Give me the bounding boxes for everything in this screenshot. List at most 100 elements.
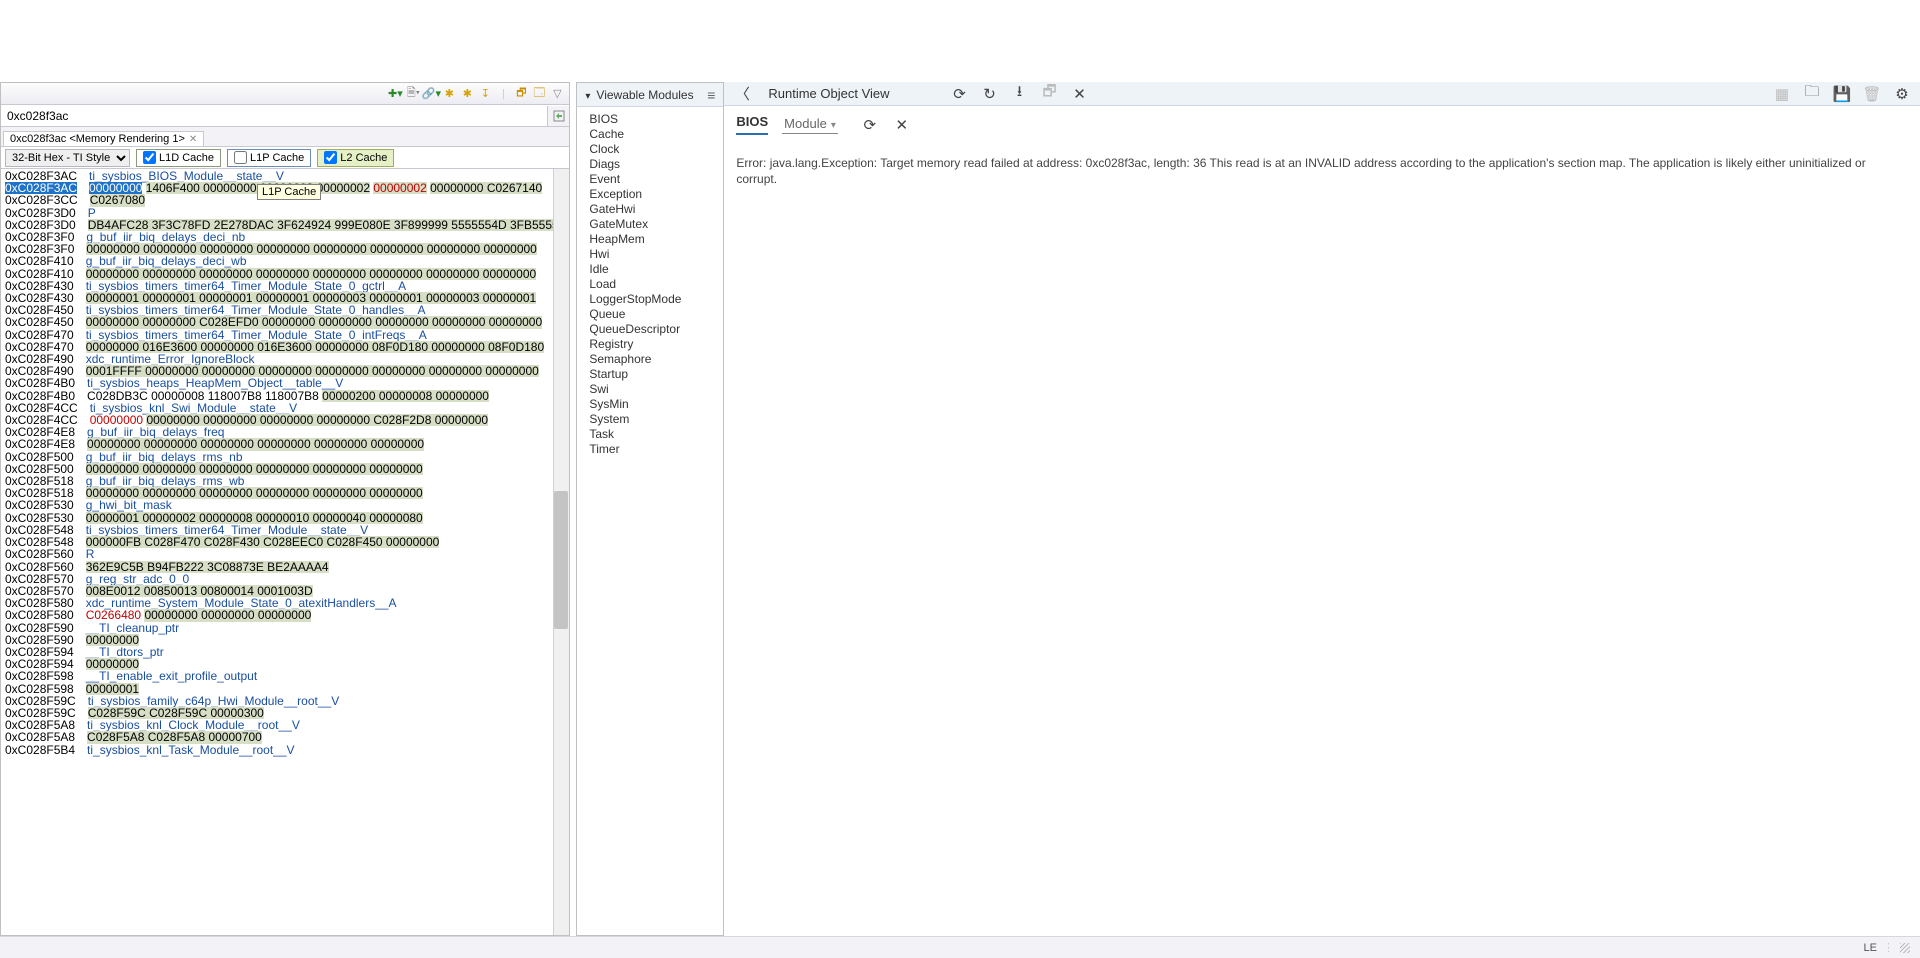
memory-symbol[interactable]: __TI_cleanup_ptr <box>86 622 179 634</box>
memory-address: 0xC028F450 <box>5 316 74 328</box>
memory-address: 0xC028F3CC <box>5 194 78 206</box>
new-tab-icon[interactable]: ✚▾ <box>387 86 403 102</box>
memory-row[interactable]: 0xC028F3D0 P <box>5 207 565 219</box>
filter-icon[interactable]: ≡ <box>707 87 715 103</box>
menu-chevron-icon[interactable]: ▽ <box>549 86 565 102</box>
memory-row[interactable]: 0xC028F560 R <box>5 548 565 560</box>
module-item[interactable]: Task <box>589 426 711 441</box>
memory-row[interactable]: 0xC028F410 g_buf_iir_biq_delays_deci_wb <box>5 255 565 267</box>
refresh-all-icon[interactable]: ↻ <box>980 85 1000 103</box>
refresh-single-icon[interactable]: ⟳ <box>950 85 970 103</box>
module-item[interactable]: Exception <box>589 186 711 201</box>
module-item[interactable]: HeapMem <box>589 231 711 246</box>
module-item[interactable]: Timer <box>589 441 711 456</box>
memory-symbol[interactable]: ti_sysbios_heaps_HeapMem_Object__table__… <box>87 377 343 389</box>
link-icon[interactable]: 🔗▾ <box>423 86 439 102</box>
module-item[interactable]: GateHwi <box>589 201 711 216</box>
memory-address: 0xC028F560 <box>5 548 74 560</box>
module-item[interactable]: QueueDescriptor <box>589 321 711 336</box>
rov-tab-module[interactable]: Module▾ <box>782 116 838 134</box>
memory-symbol[interactable]: ti_sysbios_knl_Task_Module__root__V <box>87 744 294 756</box>
dashboard-icon[interactable]: ▦ <box>1772 85 1792 103</box>
module-item[interactable]: Queue <box>589 306 711 321</box>
l1p-cache-checkbox[interactable]: L1P Cache <box>227 149 311 167</box>
memory-data: 00000000 00000000 00000000 00000000 0000… <box>86 268 536 280</box>
memory-row[interactable]: 0xC028F5B4 ti_sysbios_knl_Task_Module__r… <box>5 744 565 756</box>
module-item[interactable]: GateMutex <box>589 216 711 231</box>
memory-row[interactable]: 0xC028F560 362E9C5B B94FB222 3C08873E BE… <box>5 561 565 573</box>
viewable-modules-header: Viewable Modules ≡ <box>577 83 723 107</box>
memory-row[interactable]: 0xC028F598 00000001 <box>5 683 565 695</box>
module-item[interactable]: BIOS <box>589 111 711 126</box>
refresh-icon[interactable]: ✱ <box>441 86 457 102</box>
module-item[interactable]: SysMin <box>589 396 711 411</box>
memory-row[interactable]: 0xC028F3CC C0267080 <box>5 194 565 206</box>
top-blank-area <box>0 0 1920 82</box>
new-window-icon[interactable]: 🗗 <box>513 86 529 102</box>
viewable-modules-title[interactable]: Viewable Modules <box>585 88 693 102</box>
memory-symbol[interactable]: ti_sysbios_timers_timer64_Timer_Module_S… <box>86 329 427 341</box>
viewable-modules-panel: Viewable Modules ≡ BIOSCacheClockDiagsEv… <box>576 82 724 936</box>
folder-icon[interactable]: 🗀 <box>1802 81 1822 106</box>
module-item[interactable]: Diags <box>589 156 711 171</box>
memory-row[interactable]: 0xC028F470 ti_sysbios_timers_timer64_Tim… <box>5 329 565 341</box>
module-item[interactable]: Startup <box>589 366 711 381</box>
close-tab-icon[interactable]: ✕ <box>189 134 197 145</box>
delete-icon[interactable]: 🗑 <box>1862 85 1882 103</box>
memory-row[interactable]: 0xC028F410 00000000 00000000 00000000 00… <box>5 268 565 280</box>
memory-row[interactable]: 0xC028F530 g_hwi_bit_mask <box>5 499 565 511</box>
pin-icon[interactable]: ↧ <box>477 86 493 102</box>
module-item[interactable]: Event <box>589 171 711 186</box>
save-icon[interactable]: 💾 <box>1832 85 1852 103</box>
download-icon[interactable]: ⭳ <box>1010 81 1030 106</box>
memory-address: 0xC028F598 <box>5 683 74 695</box>
import-icon[interactable]: 🗎▾ <box>405 86 421 102</box>
module-item[interactable]: LoggerStopMode <box>589 291 711 306</box>
config-icon[interactable]: ✱ <box>459 86 475 102</box>
snapshot-icon[interactable]: 🗔 <box>531 86 547 102</box>
rov-tab-close-icon[interactable]: ✕ <box>892 116 912 134</box>
sep: | <box>495 86 511 102</box>
close-rov-icon[interactable]: ✕ <box>1070 85 1090 103</box>
memory-tab-active[interactable]: 0xc028f3ac <Memory Rendering 1> ✕ <box>3 131 204 146</box>
format-select[interactable]: 32-Bit Hex - TI Style <box>5 149 130 167</box>
memory-row[interactable]: 0xC028F598 __TI_enable_exit_profile_outp… <box>5 670 565 682</box>
module-item[interactable]: Clock <box>589 141 711 156</box>
scrollbar-thumb[interactable] <box>554 491 568 629</box>
module-item[interactable]: Load <box>589 276 711 291</box>
memory-symbol[interactable]: __TI_enable_exit_profile_output <box>86 670 257 682</box>
memory-symbol[interactable]: g_hwi_bit_mask <box>86 499 172 511</box>
module-item[interactable]: Hwi <box>589 246 711 261</box>
memory-scroll[interactable]: 0xC028F3AC ti_sysbios_BIOS_Module__state… <box>1 169 569 935</box>
memory-lines: 0xC028F3AC ti_sysbios_BIOS_Module__state… <box>1 169 569 757</box>
memory-symbol[interactable]: P <box>88 207 96 219</box>
module-item[interactable]: Cache <box>589 126 711 141</box>
settings-icon[interactable]: ⚙ <box>1892 85 1912 103</box>
memory-data: 00000002 <box>373 182 426 194</box>
module-item[interactable]: Registry <box>589 336 711 351</box>
rov-tab-refresh-icon[interactable]: ⟳ <box>860 116 880 134</box>
memory-data: 362E9C5B B94FB222 3C08873E BE2AAAA4 <box>86 561 329 573</box>
back-icon[interactable]: 〈 <box>732 83 752 104</box>
memory-row[interactable]: 0xC028F580 C0266480 00000000 00000000 00… <box>5 609 565 621</box>
resize-grip-icon[interactable] <box>1900 943 1910 953</box>
restore-icon[interactable]: 🗗 <box>1040 81 1060 106</box>
memory-symbol[interactable]: g_buf_iir_biq_delays_deci_wb <box>86 255 247 267</box>
rov-tab-bios[interactable]: BIOS <box>736 114 768 135</box>
module-item[interactable]: Semaphore <box>589 351 711 366</box>
memory-address: 0xC028F530 <box>5 499 74 511</box>
scrollbar-track[interactable] <box>553 169 569 935</box>
memory-row[interactable]: 0xC028F4B0 ti_sysbios_heaps_HeapMem_Obje… <box>5 377 565 389</box>
module-item[interactable]: Idle <box>589 261 711 276</box>
memory-symbol[interactable]: R <box>86 548 95 560</box>
memory-row[interactable]: 0xC028F5A8 C028F5A8 C028F5A8 00000700 <box>5 731 565 743</box>
l1d-cache-checkbox[interactable]: L1D Cache <box>136 149 221 167</box>
module-item[interactable]: System <box>589 411 711 426</box>
l2-cache-checkbox[interactable]: L2 Cache <box>317 149 394 167</box>
go-to-address-button[interactable] <box>547 106 569 126</box>
memory-row[interactable]: 0xC028F450 00000000 00000000 C028EFD0 00… <box>5 316 565 328</box>
module-item[interactable]: Swi <box>589 381 711 396</box>
address-input[interactable] <box>1 107 547 125</box>
memory-row[interactable]: 0xC028F4E8 00000000 00000000 00000000 00… <box>5 438 565 450</box>
memory-row[interactable]: 0xC028F590 __TI_cleanup_ptr <box>5 622 565 634</box>
